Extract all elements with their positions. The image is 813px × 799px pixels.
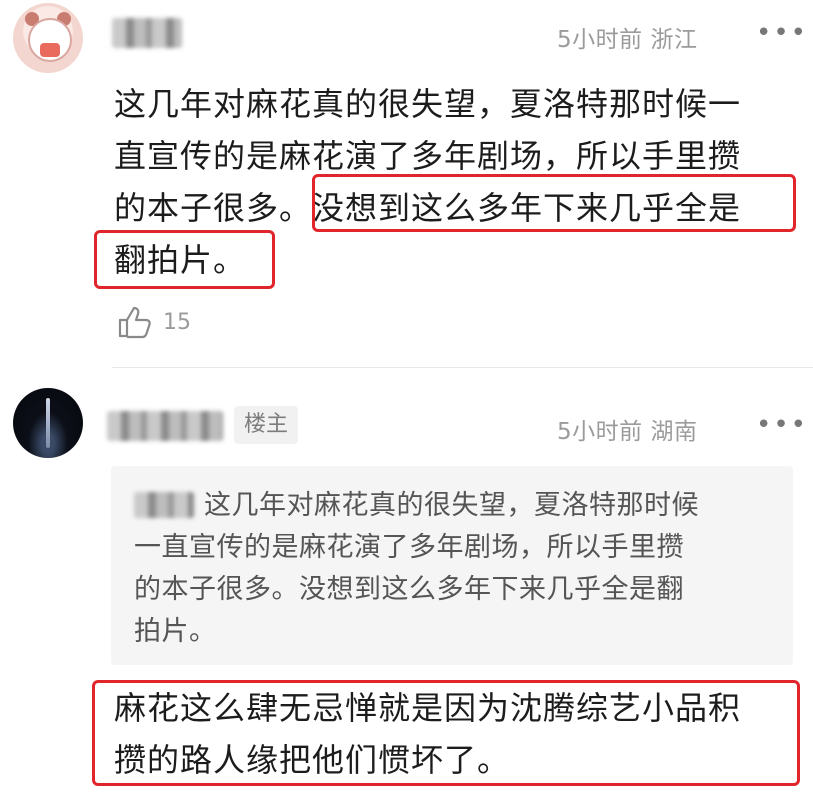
quoted-username-blurred	[134, 492, 194, 518]
quoted-comment-text: 这几年对麻花真的很失望，夏洛特那时候 一直宣传的是麻花演了多年剧场，所以手里攒 …	[134, 485, 774, 653]
divider	[112, 367, 813, 368]
comment-line: 这几年对麻花真的很失望，夏洛特那时候一	[114, 85, 742, 123]
comment-thread: 5小时前 浙江 ••• 这几年对麻花真的很失望，夏洛特那时候一 直宣传的是麻花演…	[0, 0, 813, 799]
comment-location: 湖南	[650, 419, 698, 445]
avatar[interactable]	[13, 3, 83, 73]
more-options-icon[interactable]: •••	[756, 412, 808, 438]
more-options-icon[interactable]: •••	[756, 20, 808, 46]
avatar-tower	[46, 398, 50, 448]
avatar[interactable]	[13, 388, 83, 458]
owner-badge: 楼主	[234, 406, 299, 444]
highlight-box	[92, 680, 800, 786]
comment-time: 5小时前	[557, 27, 643, 53]
comment-meta: 5小时前 湖南	[557, 412, 697, 446]
avatar-phone	[40, 43, 60, 57]
username-blurred[interactable]	[107, 411, 223, 441]
like-count: 15	[163, 309, 191, 335]
like-button[interactable]: 15	[117, 305, 191, 339]
quote-line-text: 这几年对麻花真的很失望，夏洛特那时候	[204, 490, 699, 521]
highlight-box	[94, 230, 275, 289]
quote-line: 一直宣传的是麻花演了多年剧场，所以手里攒	[134, 532, 684, 563]
comment-time: 5小时前	[557, 419, 643, 445]
quote-line: 的本子很多。没想到这么多年下来几乎全是翻	[134, 574, 684, 605]
comment-location: 浙江	[650, 27, 698, 53]
comment-meta: 5小时前 浙江	[557, 20, 697, 54]
quote-line: 这几年对麻花真的很失望，夏洛特那时候	[134, 485, 774, 527]
quote-line: 拍片。	[134, 616, 217, 647]
username-blurred[interactable]	[112, 18, 182, 48]
thumbs-up-icon	[118, 306, 151, 339]
highlight-box	[312, 174, 796, 232]
